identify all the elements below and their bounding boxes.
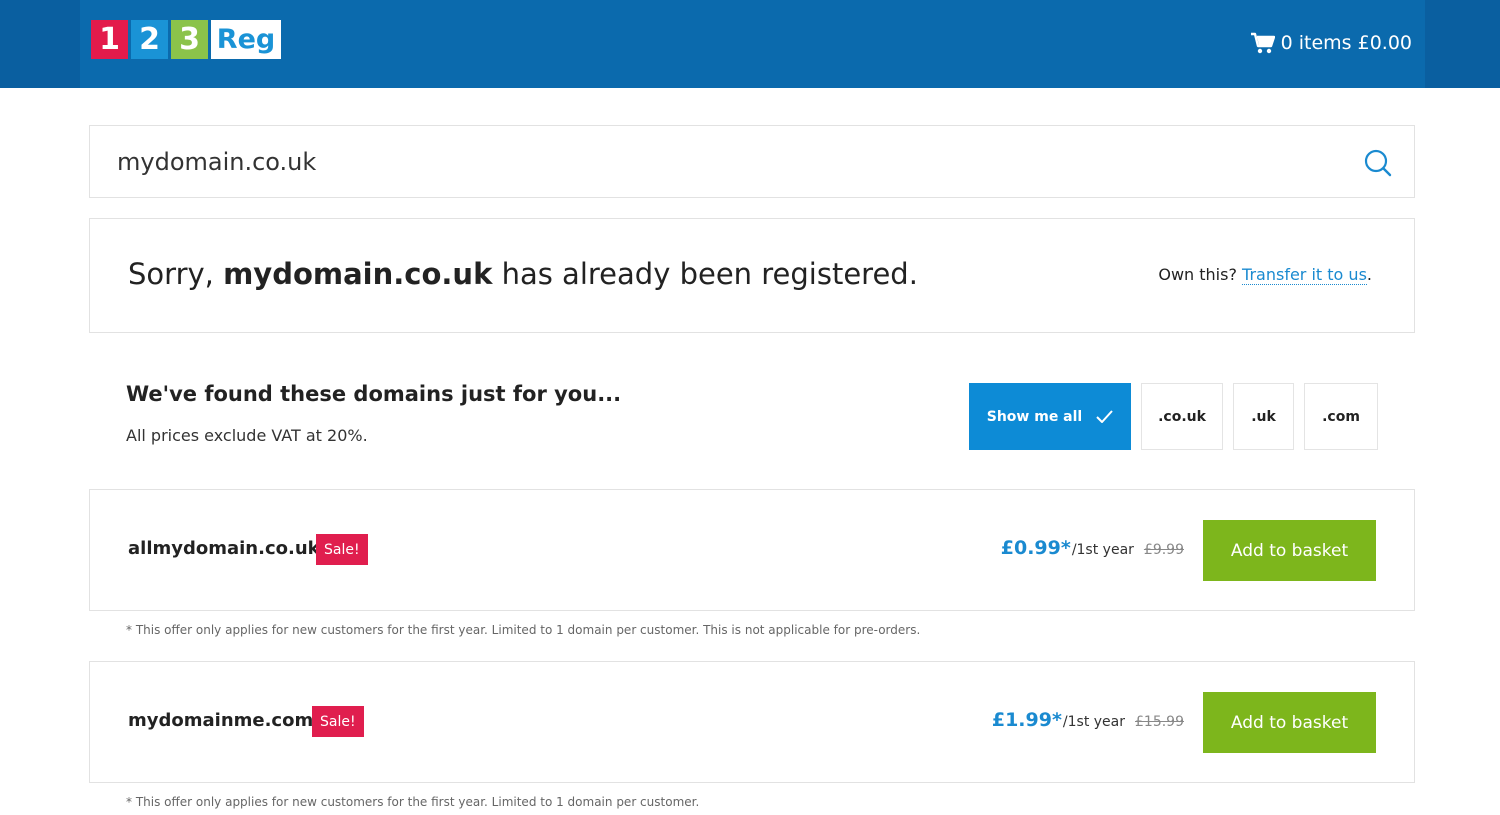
filter-show-all[interactable]: Show me all: [969, 383, 1131, 450]
cart-link[interactable]: 0 items £0.00: [1250, 30, 1412, 56]
logo-digit-3: 3: [171, 20, 208, 59]
cart-icon: [1250, 32, 1275, 54]
tld-filters: Show me all .co.uk .uk .com: [969, 383, 1378, 450]
filter-label: Show me all: [986, 408, 1083, 425]
search-input[interactable]: [117, 140, 1317, 184]
site-header: 1 2 3 Reg 0 items £0.00: [80, 0, 1425, 88]
filter-co-uk[interactable]: .co.uk: [1141, 383, 1223, 450]
logo[interactable]: 1 2 3 Reg: [91, 20, 281, 59]
vat-note: All prices exclude VAT at 20%.: [126, 426, 368, 445]
domain-price: £1.99* /1st year £15.99: [992, 709, 1184, 731]
add-to-basket-button[interactable]: Add to basket: [1203, 520, 1376, 581]
price-period: /1st year: [1071, 542, 1134, 558]
logo-digit-2: 2: [131, 20, 168, 59]
sale-badge: Sale!: [312, 706, 364, 737]
message-prefix: Sorry,: [128, 257, 224, 291]
own-suffix: .: [1366, 265, 1372, 284]
registered-domain: mydomain.co.uk: [223, 257, 493, 291]
transfer-link[interactable]: Transfer it to us: [1242, 265, 1367, 285]
offer-footnote: * This offer only applies for new custom…: [126, 623, 921, 637]
suggestions-title: We've found these domains just for you..…: [126, 382, 622, 406]
old-price: £9.99: [1143, 542, 1184, 558]
registered-notice: Sorry, mydomain.co.uk has already been r…: [89, 218, 1415, 333]
price-period: /1st year: [1062, 714, 1125, 730]
domain-result: mydomainme.com Sale! £1.99* /1st year £1…: [89, 661, 1415, 783]
sale-badge: Sale!: [316, 534, 368, 565]
logo-word: Reg: [211, 20, 281, 59]
add-to-basket-button[interactable]: Add to basket: [1203, 692, 1376, 753]
domain-search: [89, 125, 1415, 198]
transfer-prompt: Own this? Transfer it to us.: [1158, 265, 1372, 285]
domain-result: allmydomain.co.uk Sale! £0.99* /1st year…: [89, 489, 1415, 611]
domain-name: allmydomain.co.uk: [128, 538, 320, 559]
price-amount: £1.99*: [991, 709, 1062, 731]
own-prefix: Own this?: [1158, 265, 1243, 284]
price-amount: £0.99*: [1000, 537, 1071, 559]
domain-price: £0.99* /1st year £9.99: [1001, 537, 1184, 559]
cart-summary: 0 items £0.00: [1280, 32, 1412, 54]
offer-footnote: * This offer only applies for new custom…: [126, 795, 700, 809]
old-price: £15.99: [1135, 714, 1184, 730]
registered-message: Sorry, mydomain.co.uk has already been r…: [128, 257, 918, 291]
filter-uk[interactable]: .uk: [1233, 383, 1294, 450]
filter-com[interactable]: .com: [1304, 383, 1378, 450]
domain-name: mydomainme.com: [128, 710, 314, 731]
message-suffix: has already been registered.: [492, 257, 918, 291]
check-icon: [1096, 410, 1113, 423]
logo-digit-1: 1: [91, 20, 128, 59]
search-icon[interactable]: [1364, 149, 1392, 177]
